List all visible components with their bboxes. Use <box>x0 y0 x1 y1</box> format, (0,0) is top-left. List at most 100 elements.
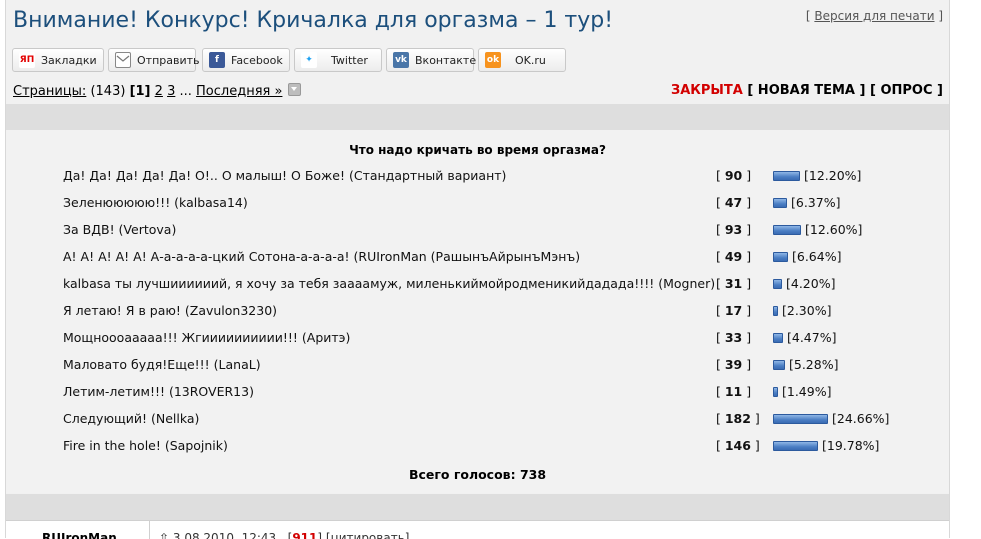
poll-option-percent: [4.47%] <box>787 330 837 345</box>
poll-option-row: Fire in the hole! (Sapojnik) [ 146 ] [19.7… <box>6 438 949 458</box>
poll-footer-band <box>6 494 949 520</box>
poll-option-row: Я летаю! Я в раю! (Zavulon3230) [ 17 ] [2.… <box>6 303 949 323</box>
poll-option-votes: [ 47 ] <box>716 195 752 210</box>
poll-total-votes: Всего голосов: 738 <box>408 467 547 482</box>
poll-option-text: Fire in the hole! (Sapojnik) <box>63 438 228 453</box>
poll-option-vote-count: 47 <box>724 195 743 210</box>
poll-option-vote-count: 93 <box>724 222 743 237</box>
poll-option-votes: [ 33 ] <box>716 330 752 345</box>
last-page-link[interactable]: Последняя » <box>196 84 282 99</box>
poll-option-percent: [12.20%] <box>804 168 862 183</box>
poll-option-row: Мощноооааааа!!! Жгииииииииии!!! (Аритэ) [… <box>6 330 949 350</box>
twitter-bird-icon: ✦ <box>301 52 317 68</box>
poll-header-band <box>6 104 949 130</box>
pagination: Страницы: (143) [1] 2 3 ... Последняя » <box>13 83 302 99</box>
poll-option-percent: [12.60%] <box>805 222 863 237</box>
poll-option-vote-count: 31 <box>724 276 743 291</box>
poll-option-votes: [ 182 ] <box>716 411 760 426</box>
topic-actions: ЗАКРЫТА [ НОВАЯ ТЕМА ] [ ОПРОС ] <box>671 83 943 98</box>
poll-option-votes: [ 17 ] <box>716 303 752 318</box>
print-version-link[interactable]: Версия для печати <box>814 9 934 23</box>
poll-option-text: Маловато будя!Еще!!! (LanaL) <box>63 357 261 372</box>
poll-option-text: Я летаю! Я в раю! (Zavulon3230) <box>63 303 278 318</box>
poll-option-percent: [6.37%] <box>791 195 841 210</box>
facebook-button[interactable]: f Facebook <box>202 48 290 72</box>
poll-option-text: Зеленююююю!!! (kalbasa14) <box>63 195 248 210</box>
poll-option-row: А! А! А! А! А! А-а-а-а-а-цкий Сотона-а-а… <box>6 249 949 269</box>
page-link-2[interactable]: 2 <box>155 84 163 99</box>
poll-option-vote-count: 182 <box>724 411 751 426</box>
poll-option-vote-count: 146 <box>724 438 751 453</box>
poll-option-row: Следующий! (Nellka) [ 182 ] [24.66%] <box>6 411 949 431</box>
poll-option-row: kalbasa ты лучшиииииий, я хочу за тебя з… <box>6 276 949 296</box>
page-title: Внимание! Конкурс! Кричалка для оргазма … <box>13 8 614 33</box>
poll-option-percent: [4.20%] <box>786 276 836 291</box>
yandex-bookmarks-icon: ЯП <box>19 52 35 68</box>
ok-ru-label: OK.ru <box>515 53 546 67</box>
send-email-button[interactable]: Отправить <box>108 48 200 72</box>
vkontakte-button[interactable]: vk Вконтакте <box>386 48 477 72</box>
poll-option-percent: [1.49%] <box>782 384 832 399</box>
poll-option-vote-count: 90 <box>724 168 743 183</box>
poll-option-vote-count: 11 <box>724 384 743 399</box>
new-topic-link[interactable]: [ НОВАЯ ТЕМА ] <box>747 83 865 98</box>
poll-option-row: Маловато будя!Еще!!! (LanaL) [ 39 ] [5.28%… <box>6 357 949 377</box>
poll-question: Что надо кричать во время оргазма? <box>349 143 606 157</box>
poll-option-votes: [ 39 ] <box>716 357 752 372</box>
poll-option-bar <box>773 441 818 451</box>
poll-option-bar <box>773 225 801 235</box>
facebook-icon: f <box>209 52 225 68</box>
poll-option-text: А! А! А! А! А! А-а-а-а-а-цкий Сотона-а-а… <box>63 249 581 264</box>
current-page: [1] <box>129 84 151 99</box>
page-jump-dropdown-icon[interactable] <box>288 83 302 96</box>
poll-option-vote-count: 33 <box>724 330 743 345</box>
odnoklassniki-icon: ok <box>485 52 501 68</box>
twitter-label: Twitter <box>331 53 368 67</box>
poll-option-votes: [ 11 ] <box>716 384 752 399</box>
poll-option-text: Летим-летим!!! (13ROVER13) <box>63 384 254 399</box>
facebook-label: Facebook <box>231 53 283 67</box>
poll-option-bar <box>773 252 788 262</box>
poll-option-bar <box>773 387 778 397</box>
poll-option-text: За ВДВ! (Vertova) <box>63 222 177 237</box>
poll-option-percent: [2.30%] <box>782 303 832 318</box>
bookmarks-button[interactable]: ЯП Закладки <box>12 48 104 72</box>
vk-icon: vk <box>393 52 409 68</box>
topic-closed-label: ЗАКРЫТА <box>670 83 743 98</box>
ok-ru-button[interactable]: ok OK.ru <box>478 48 566 72</box>
poll-option-percent: [6.64%] <box>792 249 842 264</box>
poll-option-votes: [ 31 ] <box>716 276 752 291</box>
poll-option-bar <box>773 279 782 289</box>
poll-option-row: Да! Да! Да! Да! Да! О!.. О малыш! О Боже… <box>6 168 949 188</box>
page-link-3[interactable]: 3 <box>167 84 175 99</box>
poll-option-bar <box>773 171 800 181</box>
envelope-icon <box>115 52 131 68</box>
poll-option-bar <box>773 333 783 343</box>
poll-option-row: За ВДВ! (Vertova) [ 93 ] [12.60%] <box>6 222 949 242</box>
poll-option-votes: [ 49 ] <box>716 249 752 264</box>
poll-option-text: kalbasa ты лучшиииииий, я хочу за тебя з… <box>63 276 716 291</box>
poll-option-votes: [ 146 ] <box>716 438 760 453</box>
poll-option-text: Мощноооааааа!!! Жгииииииииии!!! (Аритэ) <box>63 330 351 345</box>
poll-option-text: Следующий! (Nellka) <box>63 411 200 426</box>
vkontakte-label: Вконтакте <box>415 53 477 67</box>
pages-count: (143) <box>90 84 126 99</box>
twitter-button[interactable]: ✦ Twitter <box>294 48 382 72</box>
poll-option-bar <box>773 198 787 208</box>
poll: Что надо кричать во время оргазма? Да! Д… <box>6 130 949 493</box>
poll-option-vote-count: 49 <box>724 249 743 264</box>
poll-option-percent: [19.78%] <box>822 438 880 453</box>
pages-label-link[interactable]: Страницы: <box>13 84 86 99</box>
poll-option-text: Да! Да! Да! Да! Да! О!.. О малыш! О Боже… <box>63 168 507 183</box>
poll-option-percent: [5.28%] <box>789 357 839 372</box>
poll-option-vote-count: 39 <box>724 357 743 372</box>
poll-option-votes: [ 93 ] <box>716 222 752 237</box>
poll-option-bar <box>773 306 778 316</box>
new-poll-link[interactable]: [ ОПРОС ] <box>870 83 943 98</box>
bookmarks-label: Закладки <box>41 53 97 67</box>
poll-option-votes: [ 90 ] <box>716 168 752 183</box>
poll-option-row: Зеленююююю!!! (kalbasa14) [ 47 ] [6.37%] <box>6 195 949 215</box>
poll-option-row: Летим-летим!!! (13ROVER13) [ 11 ] [1.49%] <box>6 384 949 404</box>
page: Внимание! Конкурс! Кричалка для оргазма … <box>5 0 950 539</box>
pages-ellipsis: ... <box>179 84 192 99</box>
